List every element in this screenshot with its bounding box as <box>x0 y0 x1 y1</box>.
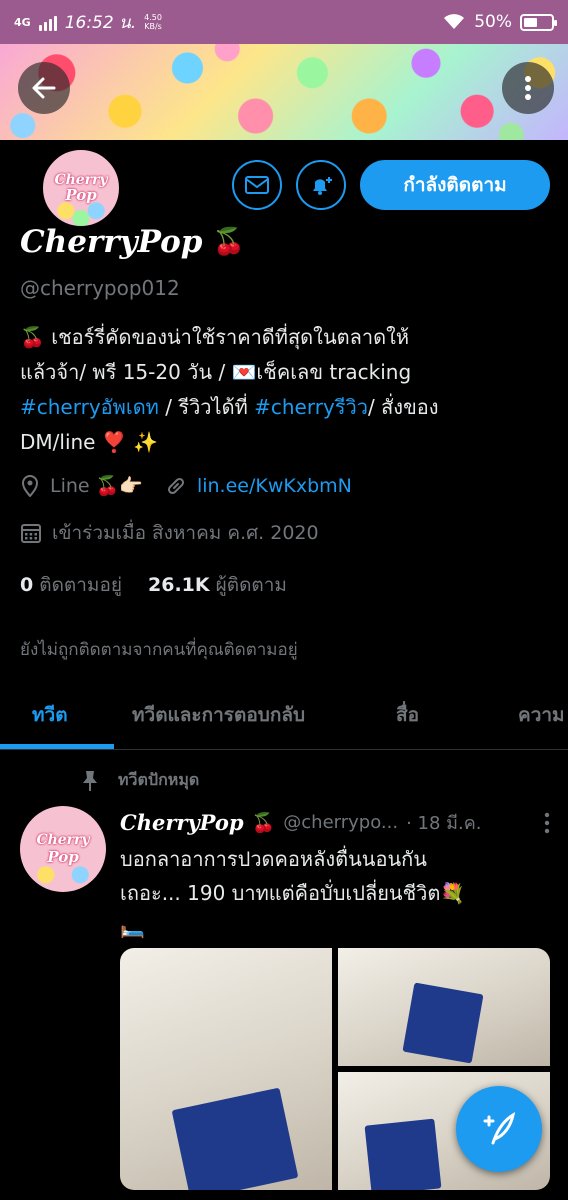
cherry-emoji: 🍒 <box>212 227 245 257</box>
profile-meta-joined: เข้าร่วมเมื่อ สิงหาคม ค.ศ. 2020 <box>20 518 319 548</box>
tweet-avatar[interactable]: Cherry Pop <box>20 806 106 892</box>
tweet-text: บอกลาอาการปวดคอหลังตื่นนอนกัน เถอะ... 19… <box>120 847 466 939</box>
pin-icon <box>83 770 97 791</box>
location-pin-icon <box>21 474 39 497</box>
more-vertical-icon[interactable] <box>544 812 550 834</box>
tweet-author-handle[interactable]: @cherrypo... <box>283 812 398 833</box>
photo-detail <box>402 982 484 1064</box>
bell-plus-icon <box>313 177 332 195</box>
tweet-date[interactable]: · 18 มี.ค. <box>406 808 481 837</box>
compose-tweet-button[interactable] <box>456 1086 542 1172</box>
tab-media[interactable]: สื่อ <box>396 680 419 749</box>
avatar-logo-text: Cherry <box>36 832 90 848</box>
pinned-label: ทวีตปักหมุด <box>80 768 199 793</box>
following-button[interactable]: กำลังติดตาม <box>360 160 550 210</box>
cherry-emoji: 🍒 <box>251 812 276 834</box>
photo-detail <box>171 1087 299 1190</box>
profile-avatar[interactable]: Cherry Pop <box>40 147 122 229</box>
hashtag-link[interactable]: #cherryอัพเดท <box>20 395 159 419</box>
wifi-icon <box>444 14 465 29</box>
network-speed: 4.50 KB/s <box>144 13 162 31</box>
profile-handle: @cherrypop012 <box>20 276 180 300</box>
calendar-icon <box>21 524 41 543</box>
profile-tabs: ทวีต ทวีตและการตอบกลับ สื่อ ความ <box>0 680 568 750</box>
tab-tweets[interactable]: ทวีต <box>32 680 68 749</box>
avatar-logo-text: Cherry <box>54 172 108 188</box>
profile-name: CherryPop 🍒 <box>20 224 245 260</box>
message-button[interactable] <box>232 160 282 210</box>
clock: 16:52 น. <box>64 12 137 33</box>
battery-percent: 50% <box>474 12 512 32</box>
compose-feather-icon <box>483 1111 516 1145</box>
signal-icon <box>38 13 57 31</box>
mail-icon <box>245 176 269 194</box>
battery-icon <box>520 13 557 31</box>
profile-bio: 🍒 เชอร์รี่คัดของน่าใช้ราคาดีที่สุดในตลาด… <box>20 325 439 454</box>
following-count-link[interactable]: 0 ติดตามอยู่ <box>20 570 122 600</box>
back-button[interactable] <box>18 62 70 114</box>
link-icon <box>167 477 184 494</box>
active-tab-indicator <box>0 744 114 749</box>
photo-detail <box>364 1118 442 1190</box>
avatar-logo-text: Pop <box>65 186 97 204</box>
website-link[interactable]: lin.ee/KwKxbmN <box>197 475 352 497</box>
network-type: 4G <box>14 15 31 29</box>
tweet-header: CherryPop 🍒 @cherrypo... · 18 มี.ค. <box>120 808 550 837</box>
hashtag-link[interactable]: #cherryรีวิว <box>254 395 368 419</box>
more-vertical-icon <box>525 76 531 100</box>
arrow-left-icon <box>32 77 56 99</box>
avatar-logo-text: Pop <box>47 848 79 866</box>
follow-counts: 0 ติดตามอยู่ 26.1K ผู้ติดตาม <box>20 570 287 600</box>
joined-date: เข้าร่วมเมื่อ สิงหาคม ค.ศ. 2020 <box>52 522 319 544</box>
not-followed-notice: ยังไม่ถูกติดตามจากคนที่คุณติดตามอยู่ <box>20 640 298 660</box>
location-text: Line 🍒👉🏻 <box>50 475 143 497</box>
notifications-button[interactable] <box>296 160 346 210</box>
status-bar: 4G 16:52 น. 4.50 KB/s 50% <box>0 0 568 44</box>
tab-likes[interactable]: ความ <box>518 680 565 749</box>
profile-meta-location-website: Line 🍒👉🏻 lin.ee/KwKxbmN <box>20 474 352 497</box>
tweet-author-name[interactable]: CherryPop <box>120 810 244 835</box>
tweet-photo[interactable] <box>120 948 332 1190</box>
more-button[interactable] <box>502 62 554 114</box>
followers-count-link[interactable]: 26.1K ผู้ติดตาม <box>148 570 287 600</box>
profile-banner[interactable] <box>0 44 568 140</box>
tweet-photo[interactable] <box>338 948 550 1066</box>
tab-tweets-and-replies[interactable]: ทวีตและการตอบกลับ <box>132 680 305 749</box>
